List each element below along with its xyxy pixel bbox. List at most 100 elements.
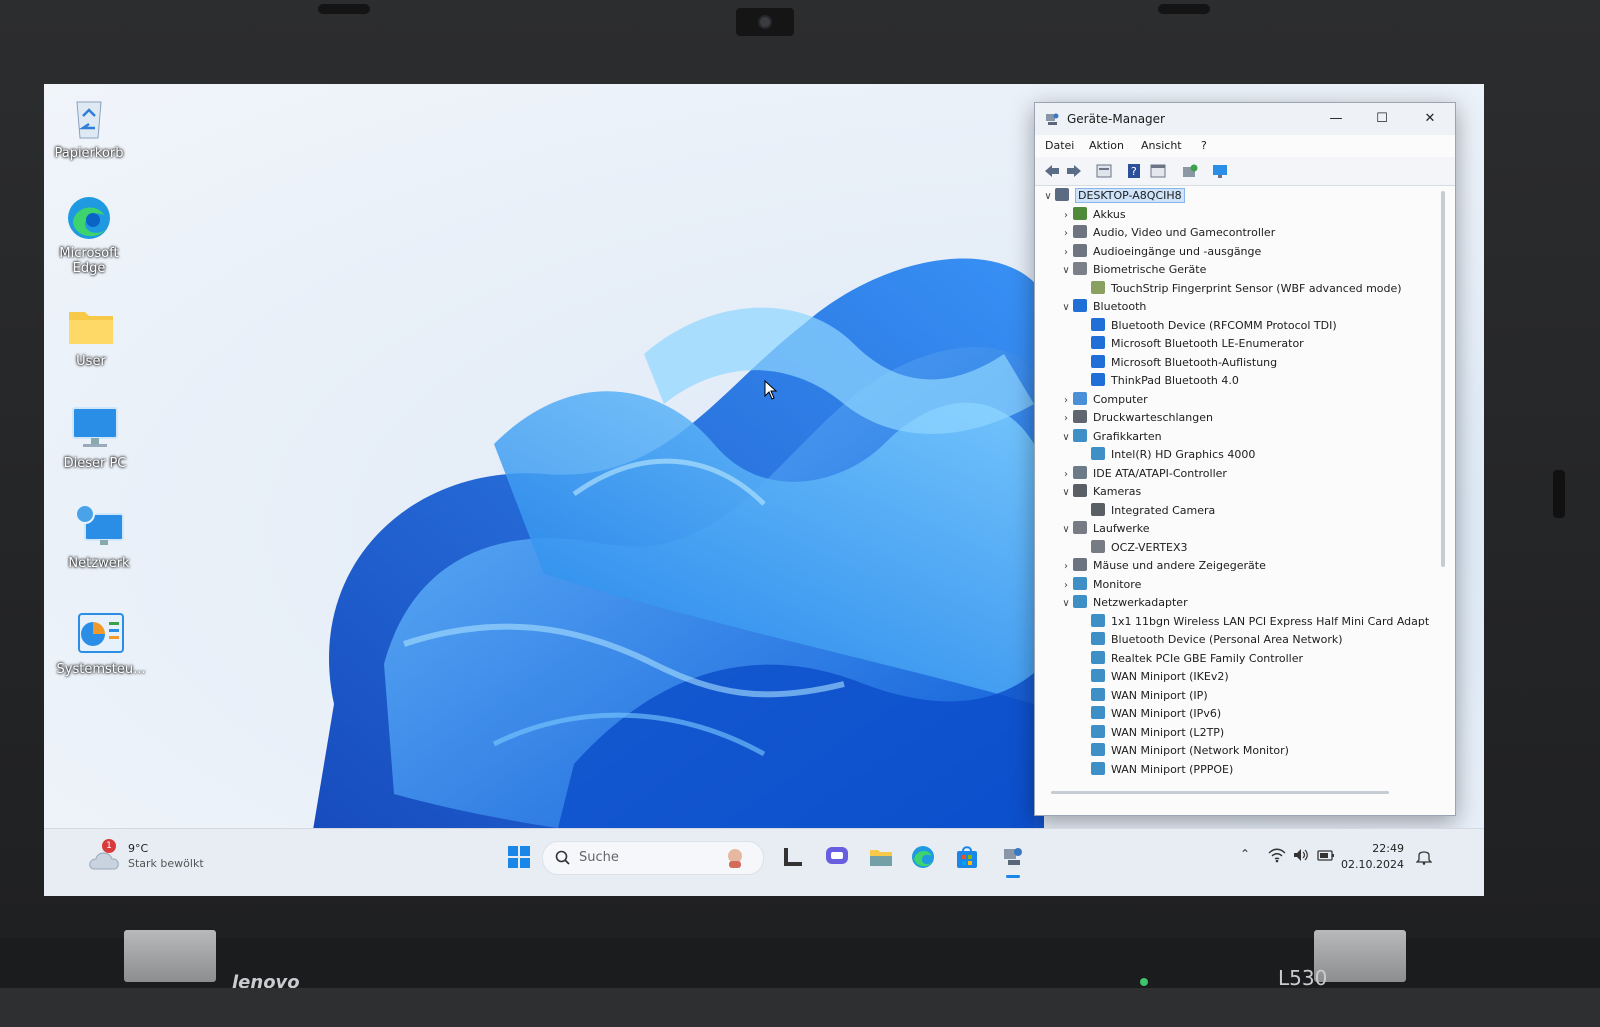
weather-widget[interactable]: 1 (88, 839, 122, 873)
maximize-button[interactable]: ☐ (1359, 103, 1405, 135)
file-explorer-icon[interactable] (868, 844, 894, 870)
chevron-down-icon[interactable]: ∨ (1059, 595, 1073, 613)
chevron-right-icon[interactable]: › (1059, 392, 1073, 410)
close-button[interactable]: ✕ (1407, 103, 1453, 135)
monitor-icon (1073, 576, 1087, 590)
tree-node[interactable]: Integrated Camera (1077, 502, 1215, 520)
tree-node[interactable]: ∨ Kameras (1059, 483, 1141, 501)
chevron-down-icon[interactable]: ∨ (1059, 299, 1073, 317)
tree-node[interactable]: › Monitore (1059, 576, 1141, 594)
tree-node[interactable]: ∨ Biometrische Geräte (1059, 261, 1206, 279)
desktop-icon-edge[interactable]: Microsoft Edge (44, 194, 134, 276)
tree-node-label: IDE ATA/ATAPI-Controller (1093, 466, 1227, 480)
chevron-right-icon[interactable]: › (1059, 410, 1073, 428)
minimize-button[interactable]: — (1313, 103, 1359, 135)
chevron-down-icon[interactable]: ∨ (1059, 484, 1073, 502)
tree-node[interactable]: Bluetooth Device (Personal Area Network) (1077, 631, 1343, 649)
device-manager-icon[interactable] (1000, 844, 1026, 870)
desktop-icon-control-panel[interactable]: Systemsteu... (56, 610, 146, 677)
chevron-down-icon[interactable]: ∨ (1041, 188, 1055, 206)
tree-node[interactable]: Microsoft Bluetooth LE-Enumerator (1077, 335, 1304, 353)
vertical-scrollbar[interactable] (1441, 191, 1445, 567)
tree-node[interactable]: ∨ Bluetooth (1059, 298, 1146, 316)
tree-node[interactable]: WAN Miniport (PPPOE) (1077, 761, 1233, 779)
properties-icon[interactable] (1095, 162, 1113, 180)
chevron-right-icon[interactable]: › (1059, 207, 1073, 225)
tree-node[interactable]: › IDE ATA/ATAPI-Controller (1059, 465, 1227, 483)
network-adapter-icon (1091, 632, 1105, 645)
desktop-icon-label: Dieser PC (63, 456, 127, 471)
search-box[interactable]: Suche (542, 841, 764, 875)
chevron-down-icon[interactable]: ∨ (1059, 262, 1073, 280)
desktop-icon-this-pc[interactable]: Dieser PC (50, 404, 140, 471)
chevron-up-icon[interactable]: ⌃ (1240, 847, 1250, 861)
desktop[interactable]: Papierkorb Microsoft Edge User Dieser PC (44, 84, 1484, 896)
chevron-right-icon[interactable]: › (1059, 577, 1073, 595)
tree-node[interactable]: ∨ DESKTOP-A8QCIH8 (1041, 187, 1185, 205)
tree-node[interactable]: WAN Miniport (L2TP) (1077, 724, 1224, 742)
horizontal-scrollbar[interactable] (1051, 791, 1389, 794)
menu-help[interactable]: ? (1201, 139, 1207, 152)
wifi-icon[interactable] (1268, 847, 1286, 863)
tree-node[interactable]: WAN Miniport (Network Monitor) (1077, 742, 1289, 760)
chevron-down-icon[interactable]: ∨ (1059, 521, 1073, 539)
tree-node[interactable]: 1x1 11bgn Wireless LAN PCI Express Half … (1077, 613, 1429, 631)
tree-node[interactable]: TouchStrip Fingerprint Sensor (WBF advan… (1077, 280, 1402, 298)
menu-ansicht[interactable]: Ansicht (1141, 139, 1182, 152)
desktop-icon-user-folder[interactable]: User (46, 302, 136, 369)
chevron-right-icon[interactable]: › (1059, 225, 1073, 243)
tree-node[interactable]: WAN Miniport (IP) (1077, 687, 1208, 705)
edge-icon[interactable] (910, 844, 936, 870)
desktop-icon-recycle-bin[interactable]: Papierkorb (44, 94, 134, 161)
tree-node[interactable]: › Akkus (1059, 206, 1126, 224)
tree-node[interactable]: ThinkPad Bluetooth 4.0 (1077, 372, 1239, 390)
tree-node[interactable]: ∨ Grafikkarten (1059, 428, 1162, 446)
tree-node[interactable]: Microsoft Bluetooth-Auflistung (1077, 354, 1277, 372)
menu-aktion[interactable]: Aktion (1089, 139, 1124, 152)
update-driver-icon[interactable] (1181, 162, 1199, 180)
chat-icon[interactable] (824, 844, 850, 870)
forward-arrow-icon[interactable] (1065, 162, 1083, 180)
volume-icon[interactable] (1292, 847, 1310, 863)
chevron-down-icon[interactable]: ∨ (1059, 429, 1073, 447)
drive-icon (1091, 539, 1105, 553)
view-icon[interactable] (1149, 162, 1167, 180)
tree-node[interactable]: Intel(R) HD Graphics 4000 (1077, 446, 1255, 464)
tree-node[interactable]: › Audioeingänge und -ausgänge (1059, 243, 1261, 261)
tree-node[interactable]: ∨ Netzwerkadapter (1059, 594, 1188, 612)
tree-node[interactable]: Bluetooth Device (RFCOMM Protocol TDI) (1077, 317, 1337, 335)
tree-node-label: Computer (1093, 392, 1148, 406)
clock-time: 22:49 (1372, 842, 1404, 855)
chevron-right-icon[interactable]: › (1059, 466, 1073, 484)
tree-node[interactable]: › Mäuse und andere Zeigegeräte (1059, 557, 1266, 575)
back-arrow-icon[interactable] (1043, 162, 1061, 180)
chevron-right-icon[interactable]: › (1059, 558, 1073, 576)
tree-node[interactable]: OCZ-VERTEX3 (1077, 539, 1188, 557)
tree-node[interactable]: WAN Miniport (IPv6) (1077, 705, 1221, 723)
title-bar[interactable]: Geräte-Manager — ☐ ✕ (1035, 103, 1455, 135)
device-tree[interactable]: ∨ DESKTOP-A8QCIH8 › Akkus › Audio, Video und … (1035, 187, 1439, 785)
speaker-icon (1073, 243, 1087, 257)
search-icon (555, 850, 570, 865)
monitor-icon[interactable] (1211, 162, 1229, 180)
device-manager-window[interactable]: Geräte-Manager — ☐ ✕ Datei Aktion Ansich… (1034, 102, 1456, 816)
store-icon[interactable] (954, 844, 980, 870)
desktop-icon-network[interactable]: Netzwerk (54, 504, 144, 571)
chevron-right-icon[interactable]: › (1059, 244, 1073, 262)
tree-node[interactable]: ∨ Laufwerke (1059, 520, 1150, 538)
menu-datei[interactable]: Datei (1045, 139, 1074, 152)
tree-node[interactable]: Realtek PCIe GBE Family Controller (1077, 650, 1303, 668)
tree-node[interactable]: › Computer (1059, 391, 1148, 409)
start-icon[interactable] (506, 844, 532, 870)
weather-text[interactable]: 9°C Stark bewölkt (128, 841, 204, 871)
desktop-icon-label: Microsoft Edge (59, 246, 119, 276)
system-clock[interactable]: 22:49 02.10.2024 (1324, 841, 1404, 873)
snap-icon[interactable] (780, 844, 806, 870)
notification-bell-icon[interactable] (1416, 847, 1432, 865)
tree-node[interactable]: › Audio, Video und Gamecontroller (1059, 224, 1275, 242)
tree-node[interactable]: › Druckwarteschlangen (1059, 409, 1213, 427)
hinge-right (1314, 930, 1406, 982)
help-icon[interactable]: ? (1125, 162, 1143, 180)
speaker-icon (1073, 225, 1087, 238)
tree-node[interactable]: WAN Miniport (IKEv2) (1077, 668, 1229, 686)
